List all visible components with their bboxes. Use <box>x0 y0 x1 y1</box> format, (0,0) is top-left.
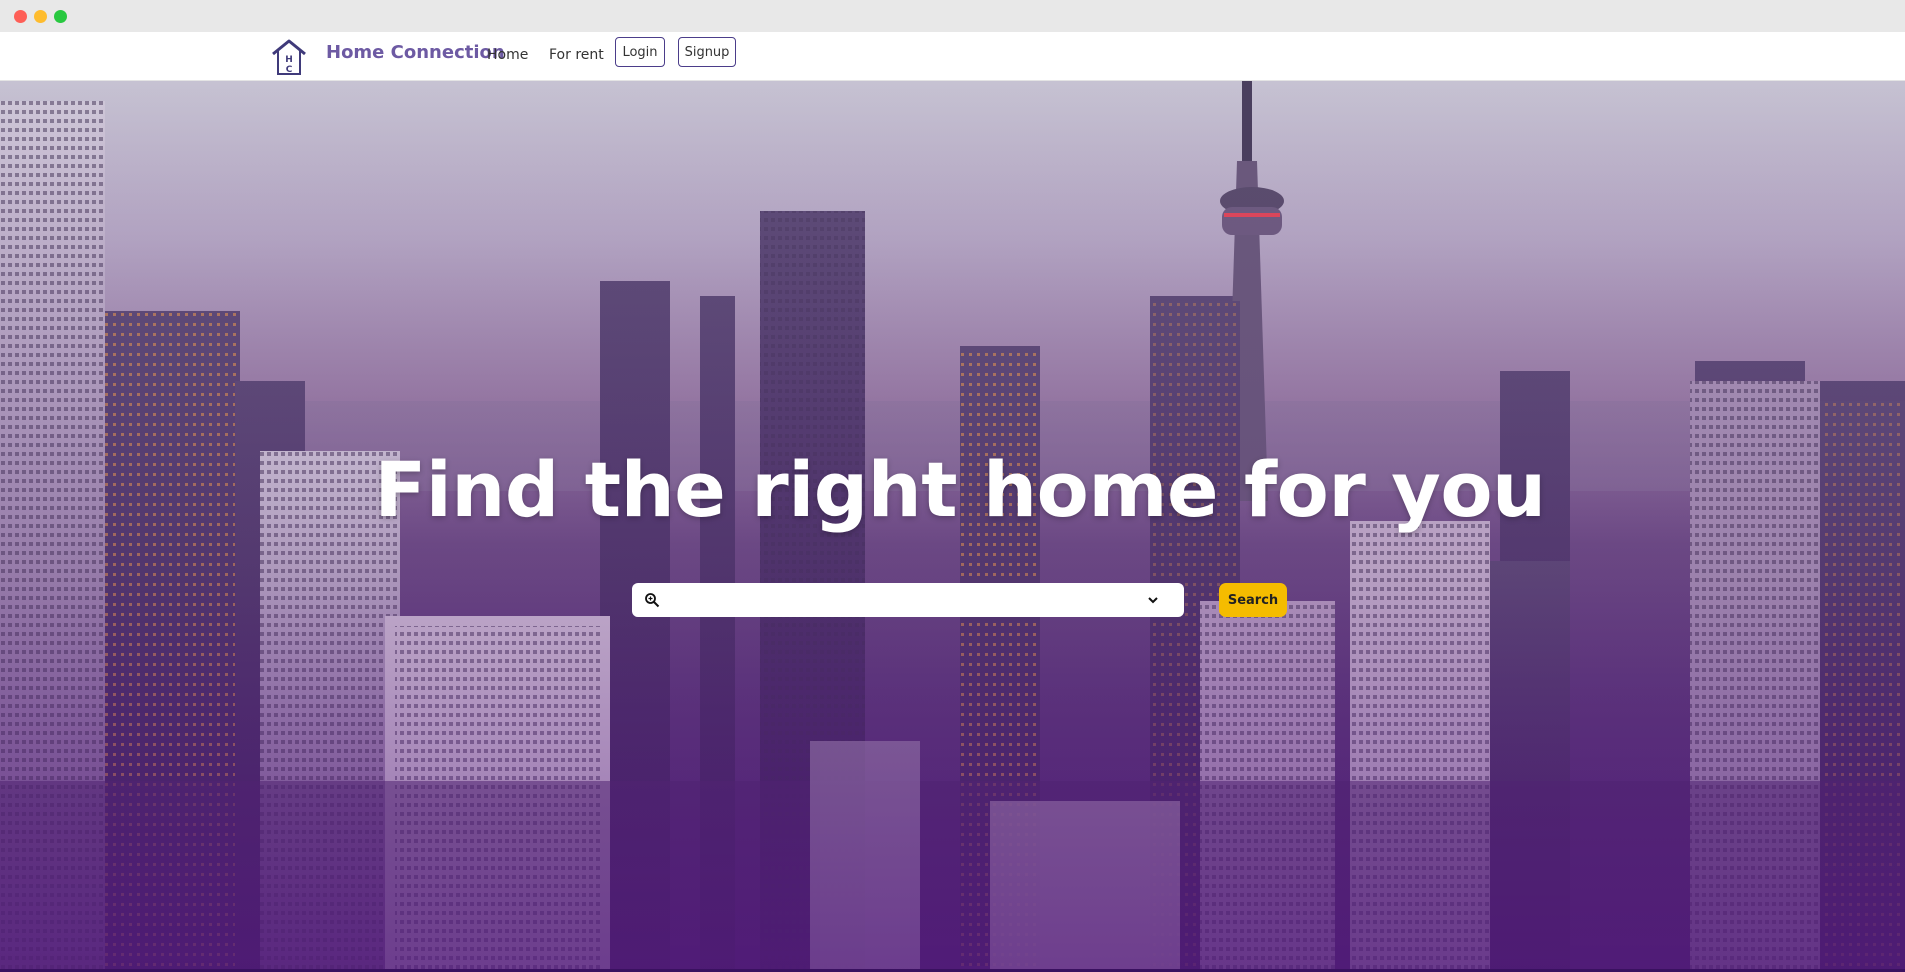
signup-button[interactable]: Signup <box>678 37 736 67</box>
svg-text:C: C <box>286 65 293 75</box>
svg-text:H: H <box>285 55 293 65</box>
search-button[interactable]: Search <box>1219 583 1287 617</box>
brand-name[interactable]: Home Connection <box>326 42 505 63</box>
search-box[interactable] <box>632 583 1184 617</box>
minimize-window-button[interactable] <box>34 10 47 23</box>
close-window-button[interactable] <box>14 10 27 23</box>
nav-link-home[interactable]: Home <box>487 47 528 63</box>
search-icon <box>645 593 660 608</box>
search-input[interactable] <box>668 587 1142 615</box>
window-titlebar <box>0 0 1905 32</box>
chevron-down-icon[interactable] <box>1147 594 1159 606</box>
nav-link-for-rent[interactable]: For rent <box>549 47 604 63</box>
maximize-window-button[interactable] <box>54 10 67 23</box>
hero-section: Find the right home for you Search <box>0 81 1905 972</box>
navbar: H C Home Connection Home For rent Login … <box>0 32 1905 81</box>
login-button[interactable]: Login <box>615 37 665 67</box>
house-logo-icon[interactable]: H C <box>270 37 308 77</box>
hero-headline: Find the right home for you <box>374 445 1546 534</box>
